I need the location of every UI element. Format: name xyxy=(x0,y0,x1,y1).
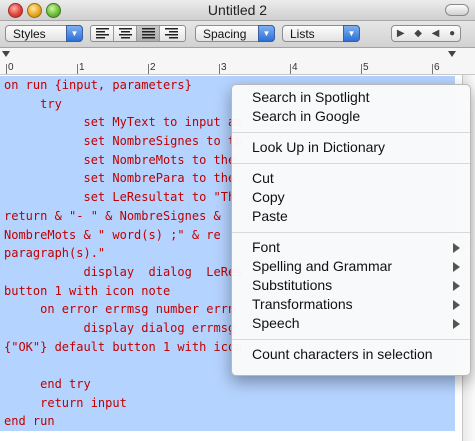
menu-separator xyxy=(232,232,470,233)
code-line: end try xyxy=(0,375,455,394)
left-margin-marker[interactable] xyxy=(2,51,10,57)
menu-item-label: Substitutions xyxy=(252,277,333,293)
menu-item-label: Search in Google xyxy=(252,108,361,124)
ruler-number: 2 xyxy=(150,62,156,73)
tab-left-icon[interactable]: ◀ xyxy=(432,28,440,39)
menu-item-label: Speech xyxy=(252,315,300,331)
alignment-segmented-control xyxy=(90,25,186,42)
menu-item-label: Cut xyxy=(252,170,274,186)
styles-popup-label: Styles xyxy=(13,27,46,41)
styles-popup[interactable]: Styles ▼ xyxy=(5,25,83,42)
title-bar: Untitled 2 xyxy=(0,0,475,21)
align-justify-button[interactable] xyxy=(137,26,160,41)
menu-item-copy[interactable]: Copy xyxy=(232,189,470,207)
menu-separator xyxy=(232,132,470,133)
ruler-tick xyxy=(148,64,149,74)
align-center-button[interactable] xyxy=(114,26,137,41)
spacing-popup[interactable]: Spacing ▼ xyxy=(195,25,275,42)
chevron-down-icon: ▼ xyxy=(343,25,360,42)
menu-item-label: Paste xyxy=(252,208,288,224)
ruler-number: 5 xyxy=(363,62,369,73)
ruler-tick xyxy=(219,64,220,74)
window-title: Untitled 2 xyxy=(207,2,268,18)
submenu-arrow-icon xyxy=(453,319,460,329)
menu-item-label: Count characters in selection xyxy=(252,346,433,362)
ruler-number: 4 xyxy=(292,62,298,73)
align-center-icon xyxy=(119,28,132,39)
toolbar-toggle-button[interactable] xyxy=(445,4,469,16)
code-line: return input xyxy=(0,393,455,413)
ruler[interactable]: 0 1 2 3 4 5 6 xyxy=(0,48,475,75)
menu-item-cut[interactable]: Cut xyxy=(232,170,470,188)
menu-separator xyxy=(232,163,470,164)
submenu-arrow-icon xyxy=(453,300,460,310)
menu-item-look-up-dictionary[interactable]: Look Up in Dictionary xyxy=(232,139,470,157)
menu-item-label: Transformations xyxy=(252,296,353,312)
menu-item-spelling-grammar[interactable]: Spelling and Grammar xyxy=(232,258,470,276)
ruler-number: 0 xyxy=(8,62,14,73)
code-line: end run xyxy=(0,412,455,432)
menu-item-search-spotlight[interactable]: Search in Spotlight xyxy=(232,89,470,107)
context-menu: Search in Spotlight Search in Google Loo… xyxy=(231,84,471,376)
menu-item-count-characters[interactable]: Count characters in selection xyxy=(232,346,470,364)
menu-item-label: Search in Spotlight xyxy=(252,89,370,105)
menu-item-transformations[interactable]: Transformations xyxy=(232,296,470,314)
ruler-tick xyxy=(361,64,362,74)
menu-item-search-google[interactable]: Search in Google xyxy=(232,108,470,126)
tab-stop-controls: ▶ ◆ ◀ ● xyxy=(391,25,461,42)
menu-item-label: Font xyxy=(252,239,281,255)
align-left-icon xyxy=(96,28,109,39)
menu-item-label: Look Up in Dictionary xyxy=(252,139,386,155)
chevron-down-icon: ▼ xyxy=(258,25,275,42)
submenu-arrow-icon xyxy=(453,243,460,253)
lists-popup[interactable]: Lists ▼ xyxy=(282,25,360,42)
ruler-tick xyxy=(432,64,433,74)
lists-popup-label: Lists xyxy=(290,27,315,41)
menu-item-speech[interactable]: Speech xyxy=(232,315,470,333)
ruler-tick xyxy=(6,64,7,74)
tab-center-icon[interactable]: ◆ xyxy=(414,28,422,39)
format-toolbar: Styles ▼ Spacing ▼ Lists ▼ ▶ ◆ ◀ ● xyxy=(0,21,475,48)
align-justify-icon xyxy=(142,28,155,39)
align-right-icon xyxy=(165,28,178,39)
ruler-number: 6 xyxy=(434,62,440,73)
chevron-down-icon: ▼ xyxy=(66,25,83,42)
ruler-tick xyxy=(77,64,78,74)
ruler-tick xyxy=(290,64,291,74)
tab-decimal-icon[interactable]: ● xyxy=(449,28,455,39)
menu-item-label: Spelling and Grammar xyxy=(252,258,393,274)
submenu-arrow-icon xyxy=(453,281,460,291)
spacing-popup-label: Spacing xyxy=(203,27,247,41)
text-editor-window: Untitled 2 Styles ▼ Spacing ▼ Lists ▼ ▶ … xyxy=(0,0,475,441)
ruler-number: 3 xyxy=(221,62,227,73)
tab-right-icon[interactable]: ▶ xyxy=(397,28,405,39)
ruler-number: 1 xyxy=(79,62,85,73)
menu-item-substitutions[interactable]: Substitutions xyxy=(232,277,470,295)
menu-item-font[interactable]: Font xyxy=(232,239,470,257)
menu-item-paste[interactable]: Paste xyxy=(232,208,470,226)
align-right-button[interactable] xyxy=(160,26,183,41)
submenu-arrow-icon xyxy=(453,262,460,272)
menu-item-label: Copy xyxy=(252,189,285,205)
align-left-button[interactable] xyxy=(91,26,114,41)
right-margin-marker[interactable] xyxy=(448,51,456,57)
menu-separator xyxy=(232,339,470,340)
